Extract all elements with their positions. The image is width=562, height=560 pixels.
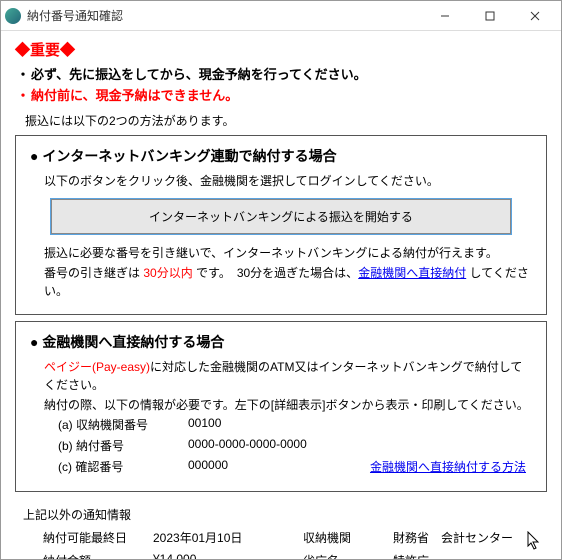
app-window: 納付番号通知確認 ◆重要◆ ・必ず、先に振込をしてから、現金予納を行ってください… [0,0,562,560]
important-line-2-text: 納付前に、現金予納はできません。 [31,88,238,103]
minimize-button[interactable] [422,2,467,30]
section1-note1: 振込に必要な番号を引き継いで、インターネットバンキングによる納付が行えます。 [44,244,532,262]
section-internet-banking: ● インターネットバンキング連動で納付する場合 以下のボタンをクリック後、金融機… [15,135,547,315]
titlebar: 納付番号通知確認 [1,1,561,31]
kv-row-0: (a) 収納機関番号 00100 [58,416,532,433]
important-line-2: ・納付前に、現金予納はできません。 [15,85,547,104]
section2-desc: ペイジー(Pay-easy)に対応した金融機関のATM又はインターネットバンキン… [44,358,532,394]
info-header: 上記以外の通知情報 [23,506,547,523]
section1-note2: 番号の引き継ぎは 30分以内 です。 30分を過ぎた場合は、金融機関へ直接納付 … [44,264,532,300]
section-direct-payment: ● 金融機関へ直接納付する場合 ペイジー(Pay-easy)に対応した金融機関の… [15,321,547,492]
section2-desc2: 納付の際、以下の情報が必要です。左下の[詳細表示]ボタンから表示・印刷してくださ… [44,396,532,414]
content-area: ◆重要◆ ・必ず、先に振込をしてから、現金予納を行ってください。 ・納付前に、現… [1,31,561,559]
close-button[interactable] [512,2,557,30]
direct-payment-method-link[interactable]: 金融機関へ直接納付する方法 [370,458,526,475]
important-line-1: ・必ず、先に振込をしてから、現金予納を行ってください。 [15,64,547,83]
section2-header: ● 金融機関へ直接納付する場合 [30,332,532,352]
sub-note: 振込には以下の2つの方法があります。 [25,112,547,129]
kv-row-1: (b) 納付番号 0000-0000-0000-0000 [58,437,532,454]
app-icon [5,8,21,24]
window-title: 納付番号通知確認 [27,7,422,24]
maximize-button[interactable] [467,2,512,30]
kv-row-2: (c) 確認番号 000000 金融機関へ直接納付する方法 [58,458,532,475]
important-line-1-text: 必ず、先に振込をしてから、現金予納を行ってください。 [31,67,367,82]
direct-payment-link[interactable]: 金融機関へ直接納付 [358,266,466,280]
important-header: ◆重要◆ [15,39,547,60]
section1-header: ● インターネットバンキング連動で納付する場合 [30,146,532,166]
section1-desc: 以下のボタンをクリック後、金融機関を選択してログインしてください。 [44,172,532,189]
info-grid: 納付可能最終日2023年01月10日収納機関財務省 会計センター 納付金額¥14… [43,529,547,559]
info-section: 上記以外の通知情報 納付可能最終日2023年01月10日収納機関財務省 会計セン… [15,502,547,559]
internet-banking-button[interactable]: インターネットバンキングによる振込を開始する [51,199,511,234]
